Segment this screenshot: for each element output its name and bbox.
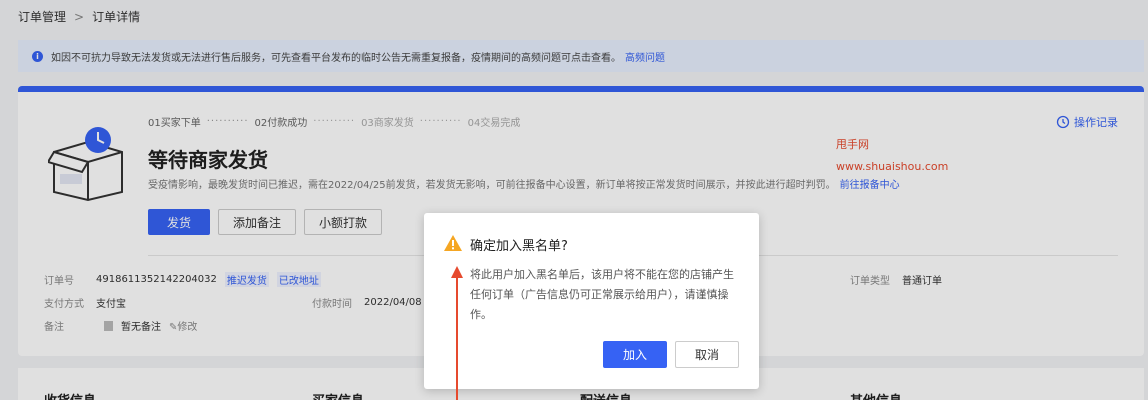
dialog-body: 将此用户加入黑名单后，该用户将不能在您的店铺产生任何订单（广告信息仍可正常展示给…: [470, 268, 734, 321]
cancel-button[interactable]: 取消: [674, 341, 739, 368]
dialog-buttons: 加入 取消: [602, 341, 739, 368]
dialog-title: 确定加入黑名单?: [470, 239, 568, 254]
blacklist-confirm-dialog: 确定加入黑名单? 将此用户加入黑名单后，该用户将不能在您的店铺产生任何订单（广告…: [424, 213, 759, 389]
warning-icon: [444, 235, 462, 251]
confirm-add-button[interactable]: 加入: [602, 341, 667, 368]
annotation-arrow-icon: [451, 266, 463, 400]
